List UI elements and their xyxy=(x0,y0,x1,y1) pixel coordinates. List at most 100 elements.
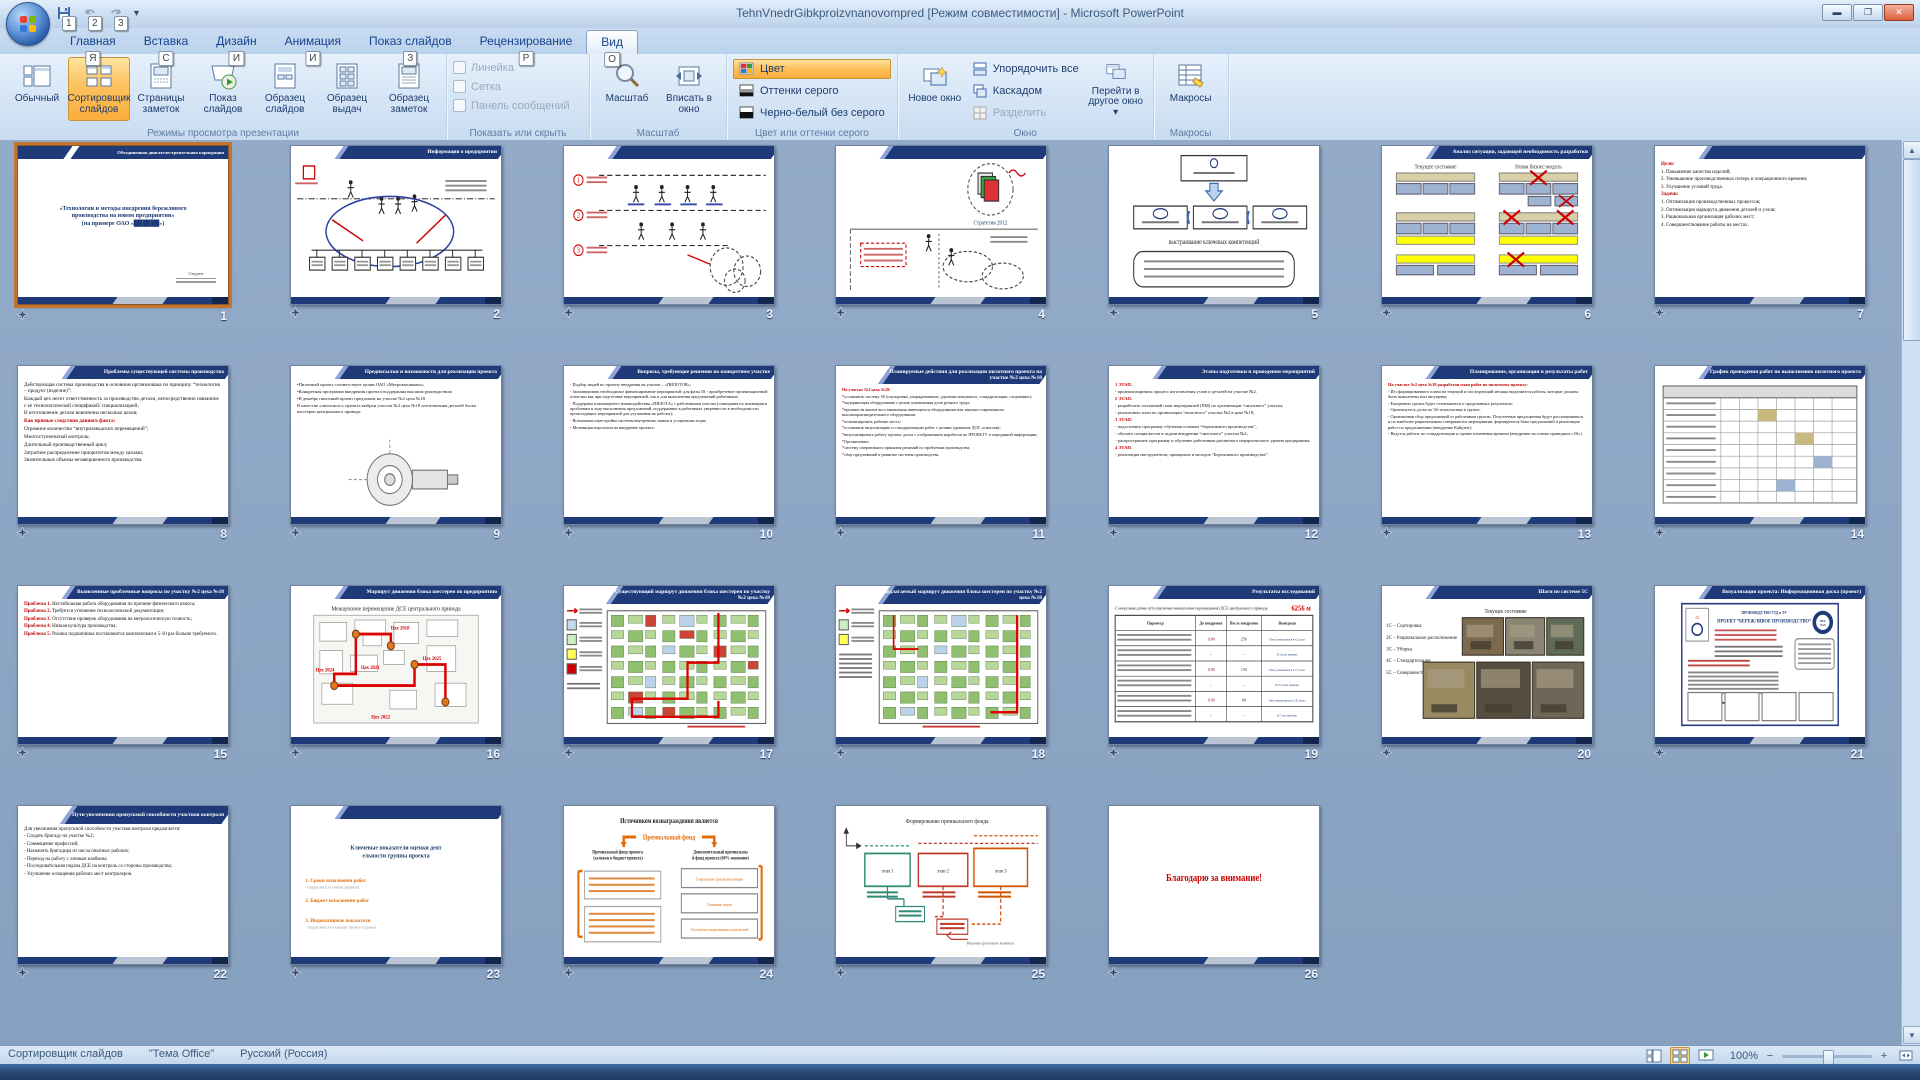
slide-thumbnail-13[interactable]: Планирование, организация и результаты р… xyxy=(1381,365,1593,525)
zoom-in-button[interactable]: + xyxy=(1878,1050,1890,1062)
transition-indicator-icon[interactable] xyxy=(1108,305,1119,323)
scroll-down-button[interactable]: ▼ xyxy=(1903,1026,1920,1044)
slide-thumbnail-4[interactable]: Стратегия 2012 xyxy=(835,145,1047,305)
transition-indicator-icon[interactable] xyxy=(17,965,28,983)
button-Новое окно[interactable]: Новое окно xyxy=(904,57,966,121)
button-Макросы[interactable]: Макросы xyxy=(1160,57,1222,121)
transition-indicator-icon[interactable] xyxy=(835,745,846,763)
slide-thumbnail-16[interactable]: Маршрут движения блока шестерен по предп… xyxy=(290,585,502,745)
transition-indicator-icon[interactable] xyxy=(563,525,574,543)
transition-indicator-icon[interactable] xyxy=(1381,745,1392,763)
slide-thumbnail-24[interactable]: Источником вознаграждения являетсяПремиа… xyxy=(563,805,775,965)
tab-Дизайн[interactable]: ДизайнИ xyxy=(202,30,270,54)
transition-indicator-icon[interactable] xyxy=(290,745,301,763)
button-Страницы заметок[interactable]: Страницы заметок xyxy=(130,57,192,121)
slide-thumbnail-19[interactable]: Результаты исследованийСовокупная длина … xyxy=(1108,585,1320,745)
slide-thumbnail-7[interactable]: Цели:1. Повышение качества изделий;2. Ум… xyxy=(1654,145,1866,305)
qat-customize-button[interactable]: ▾ xyxy=(134,8,139,19)
button-Сортировщик слайдов[interactable]: Сортировщик слайдов xyxy=(68,57,130,121)
close-button[interactable]: ✕ xyxy=(1884,4,1914,21)
slide-thumbnail-5[interactable]: выстраивание ключевых компетенций xyxy=(1108,145,1320,305)
button-Образец выдач[interactable]: Образец выдач xyxy=(316,57,378,121)
status-sorter-view-button[interactable] xyxy=(1670,1047,1690,1065)
slide-thumbnail-6[interactable]: Анализ ситуации, задающей необходимость … xyxy=(1381,145,1593,305)
slide-thumbnail-8[interactable]: Проблемы существующей системы производст… xyxy=(17,365,229,525)
slide-thumbnail-3[interactable]: 123 xyxy=(563,145,775,305)
slide-thumbnail-22[interactable]: Пути увеличения пропускной способности у… xyxy=(17,805,229,965)
slide-thumbnail-25[interactable]: Формирование премиального фондаэтап 1эта… xyxy=(835,805,1047,965)
transition-indicator-icon[interactable] xyxy=(563,305,574,323)
fit-to-window-button[interactable] xyxy=(1896,1047,1916,1065)
button-Цвет[interactable]: Цвет xyxy=(733,59,891,79)
checkbox-Панель сообщений[interactable]: Панель сообщений xyxy=(453,99,583,112)
redo-button[interactable]: 3 xyxy=(106,3,126,23)
tab-Вставка[interactable]: ВставкаС xyxy=(130,30,203,54)
transition-indicator-icon[interactable] xyxy=(1654,305,1665,323)
transition-indicator-icon[interactable] xyxy=(835,965,846,983)
slide-thumbnail-9[interactable]: Предпосылки и возможности для реализации… xyxy=(290,365,502,525)
slide-thumbnail-21[interactable]: Визуализация проекта: Информационная дос… xyxy=(1654,585,1866,745)
button-Оттенки серого[interactable]: Оттенки серого xyxy=(733,81,891,101)
zoom-slider[interactable] xyxy=(1782,1055,1872,1058)
transition-indicator-icon[interactable] xyxy=(17,745,28,763)
vertical-scrollbar[interactable]: ▲ ▼ xyxy=(1901,140,1920,1045)
button-Перейти в другое окно[interactable]: Перейти в другое окно ▾ xyxy=(1085,57,1147,121)
slide-thumbnail-1[interactable]: Объединенная двигателестроительная корпо… xyxy=(17,145,229,305)
button-Образец слайдов[interactable]: Образец слайдов xyxy=(254,57,316,121)
button-Разделить[interactable]: Разделить xyxy=(966,103,1085,123)
slide-thumbnail-15[interactable]: Выявленные проблемные вопросы по участку… xyxy=(17,585,229,745)
slide-thumbnail-14[interactable]: График проведения работ по выполнению пи… xyxy=(1654,365,1866,525)
transition-indicator-icon[interactable] xyxy=(563,965,574,983)
tab-Анимация[interactable]: АнимацияИ xyxy=(271,30,355,54)
button-Обычный[interactable]: Обычный xyxy=(6,57,68,121)
button-Черно-белый без серого[interactable]: Черно-белый без серого xyxy=(733,103,891,123)
transition-indicator-icon[interactable] xyxy=(290,305,301,323)
transition-indicator-icon[interactable] xyxy=(563,745,574,763)
transition-indicator-icon[interactable] xyxy=(1654,745,1665,763)
save-button[interactable]: 1 xyxy=(54,3,74,23)
button-Каскадом[interactable]: Каскадом xyxy=(966,81,1085,101)
slide-thumbnail-10[interactable]: Вопросы, требующие решения на конкретном… xyxy=(563,365,775,525)
tab-Вид[interactable]: ВидО xyxy=(586,30,638,54)
slide-thumbnail-17[interactable]: Существующий маршрут движения блока шест… xyxy=(563,585,775,745)
slide-thumbnail-20[interactable]: Шаги по системе 5СТекущее состояние1С – … xyxy=(1381,585,1593,745)
tab-Главная[interactable]: ГлавнаяЯ xyxy=(56,30,130,54)
transition-indicator-icon[interactable] xyxy=(290,965,301,983)
transition-indicator-icon[interactable] xyxy=(835,305,846,323)
transition-indicator-icon[interactable] xyxy=(290,525,301,543)
transition-indicator-icon[interactable] xyxy=(1108,745,1119,763)
slide-thumbnail-23[interactable]: Ключевые показатели оценки деятельности … xyxy=(290,805,502,965)
undo-button[interactable]: 2 xyxy=(80,3,100,23)
slide-thumbnail-26[interactable]: Благодарю за внимание! xyxy=(1108,805,1320,965)
button-Образец заметок[interactable]: Образец заметок xyxy=(378,57,440,121)
scrollbar-thumb[interactable] xyxy=(1903,159,1920,341)
minimize-button[interactable]: ▬ xyxy=(1822,4,1852,21)
transition-indicator-icon[interactable] xyxy=(1108,965,1119,983)
scroll-up-button[interactable]: ▲ xyxy=(1903,141,1920,159)
status-language[interactable]: Русский (Россия) xyxy=(240,1048,327,1060)
slide-thumbnail-11[interactable]: Планируемые действия для реализации пило… xyxy=(835,365,1047,525)
button-Вписать в окно[interactable]: Вписать в окно xyxy=(658,57,720,121)
slide-thumbnail-12[interactable]: Этапы подготовки и проведения мероприяти… xyxy=(1108,365,1320,525)
slide-thumbnail-2[interactable]: Информация о предприятии xyxy=(290,145,502,305)
status-slideshow-button[interactable] xyxy=(1696,1047,1716,1065)
transition-indicator-icon[interactable] xyxy=(17,525,28,543)
transition-indicator-icon[interactable] xyxy=(1381,525,1392,543)
zoom-slider-thumb[interactable] xyxy=(1823,1050,1834,1065)
tab-Показ слайдов[interactable]: Показ слайдовЗ xyxy=(355,30,466,54)
transition-indicator-icon[interactable] xyxy=(1654,525,1665,543)
slide-thumbnail-18[interactable]: Предлагаемый маршрут движения блока шест… xyxy=(835,585,1047,745)
status-normal-view-button[interactable] xyxy=(1644,1047,1664,1065)
button-Упорядочить все[interactable]: Упорядочить все xyxy=(966,59,1085,79)
transition-indicator-icon[interactable] xyxy=(17,307,28,325)
transition-indicator-icon[interactable] xyxy=(1108,525,1119,543)
tab-Рецензирование[interactable]: РецензированиеР xyxy=(466,30,587,54)
maximize-button[interactable]: ❐ xyxy=(1853,4,1883,21)
office-button[interactable] xyxy=(6,2,50,46)
transition-indicator-icon[interactable] xyxy=(835,525,846,543)
transition-indicator-icon[interactable] xyxy=(1381,305,1392,323)
button-Показ слайдов[interactable]: Показ слайдов xyxy=(192,57,254,121)
slide-sorter-canvas[interactable]: Объединенная двигателестроительная корпо… xyxy=(0,140,1902,1045)
zoom-out-button[interactable]: − xyxy=(1764,1050,1776,1062)
checkbox-Сетка[interactable]: Сетка xyxy=(453,80,583,93)
